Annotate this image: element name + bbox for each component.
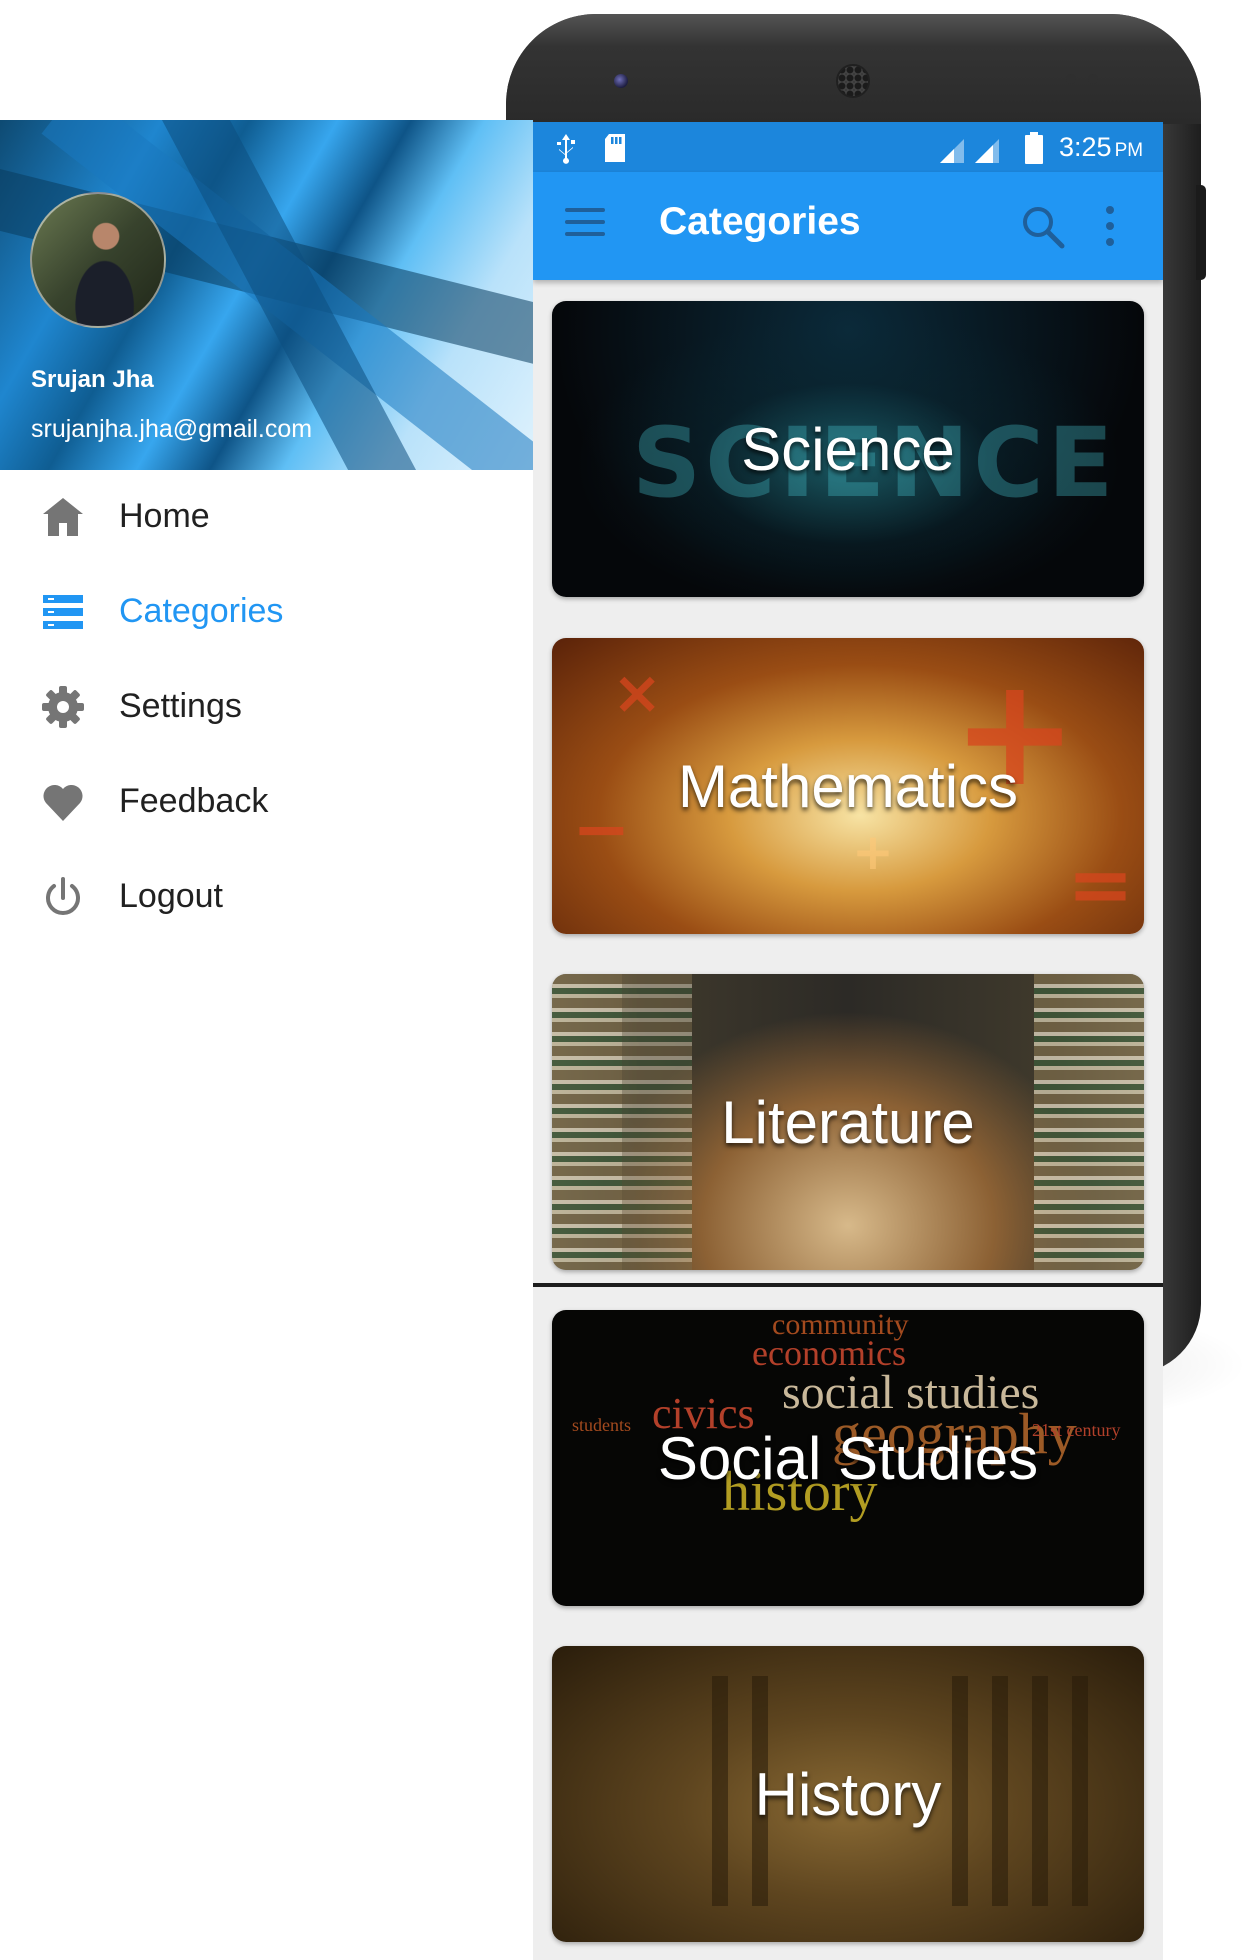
books-stack-art xyxy=(552,974,622,1270)
word-cloud-art: students xyxy=(572,1415,632,1435)
category-label: Science xyxy=(741,415,955,483)
gear-icon xyxy=(42,686,84,728)
usb-icon xyxy=(557,134,575,164)
search-icon[interactable] xyxy=(1018,202,1066,250)
drawer-item-label: Logout xyxy=(119,877,223,915)
phone-screen: 3:25 PM Categories SCIENCE Science + − + … xyxy=(533,122,1163,1960)
equals-art: = xyxy=(1067,838,1135,931)
drawer-item-categories[interactable]: Categories xyxy=(0,565,533,660)
category-label: History xyxy=(754,1760,942,1828)
proximity-sensor xyxy=(1066,74,1076,84)
navigation-drawer: Srujan Jha srujanjha.jha@gmail.com Home … xyxy=(0,120,533,1960)
earpiece-speaker xyxy=(836,64,870,98)
word-cloud-art: 21st century xyxy=(1032,1420,1121,1440)
category-label: Mathematics xyxy=(677,752,1019,820)
power-icon xyxy=(46,877,80,915)
books-stack-art xyxy=(1034,974,1144,1270)
drawer-item-label: Feedback xyxy=(119,782,269,820)
books-stack-art xyxy=(622,974,692,1270)
user-name: Srujan Jha xyxy=(31,366,154,393)
hamburger-menu-icon[interactable] xyxy=(565,208,605,244)
minus-art: − xyxy=(572,788,631,870)
heart-icon xyxy=(43,784,83,821)
category-label: Literature xyxy=(721,1088,975,1156)
more-vert-icon[interactable] xyxy=(1103,206,1117,250)
clock: 3:25 PM xyxy=(1059,132,1143,163)
category-card-social-studies[interactable]: community economics social studies civic… xyxy=(552,1310,1144,1606)
drawer-item-feedback[interactable]: Feedback xyxy=(0,755,533,850)
list-icon xyxy=(43,595,83,629)
plus-small-art: + xyxy=(852,823,894,881)
drawer-item-settings[interactable]: Settings xyxy=(0,660,533,755)
phone-side-button xyxy=(1196,185,1206,280)
user-email: srujanjha.jha@gmail.com xyxy=(31,415,313,443)
category-card-mathematics[interactable]: + − + = × Mathematics xyxy=(552,638,1144,934)
light-sensor xyxy=(1088,74,1098,84)
drawer-menu: Home Categories Settings Feedback Logout xyxy=(0,470,533,945)
phone-bottom-edge xyxy=(533,1283,1163,1287)
sd-card-icon xyxy=(605,134,625,162)
category-card-science[interactable]: SCIENCE Science xyxy=(552,301,1144,597)
battery-icon xyxy=(1025,132,1043,164)
status-bar: 3:25 PM xyxy=(533,122,1163,172)
signal-icon-sim2 xyxy=(975,139,999,163)
category-card-literature[interactable]: Literature xyxy=(552,974,1144,1270)
column-art xyxy=(992,1676,1008,1906)
category-label: Social Studies xyxy=(657,1424,1039,1492)
drawer-item-label: Home xyxy=(119,497,210,535)
category-card-history[interactable]: History xyxy=(552,1646,1144,1942)
drawer-item-home[interactable]: Home xyxy=(0,470,533,565)
page-title: Categories xyxy=(659,200,861,243)
column-art xyxy=(712,1676,728,1906)
home-icon xyxy=(43,498,83,536)
drawer-header: Srujan Jha srujanjha.jha@gmail.com xyxy=(0,120,533,470)
drawer-item-label: Settings xyxy=(119,687,242,725)
front-camera xyxy=(614,74,628,88)
drawer-item-label: Categories xyxy=(119,592,284,630)
clock-ampm: PM xyxy=(1114,140,1144,161)
column-art xyxy=(952,1676,968,1906)
column-art xyxy=(1072,1676,1088,1906)
drawer-item-logout[interactable]: Logout xyxy=(0,850,533,945)
column-art xyxy=(1032,1676,1048,1906)
times-art: × xyxy=(612,658,663,728)
clock-time: 3:25 xyxy=(1059,132,1112,162)
avatar[interactable] xyxy=(30,192,166,328)
app-bar: Categories xyxy=(533,172,1163,280)
signal-icon-sim1 xyxy=(940,139,964,163)
